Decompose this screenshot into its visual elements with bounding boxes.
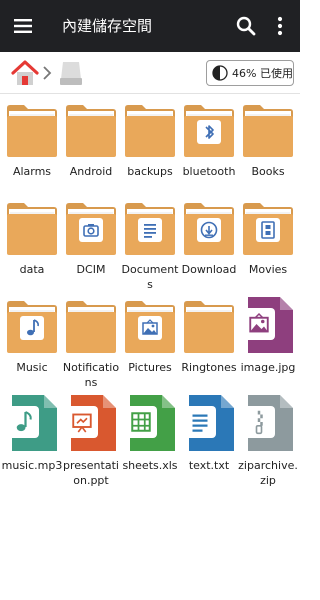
folder-item-dcim[interactable]: DCIM [62, 198, 120, 292]
folder-icon [124, 100, 176, 158]
item-label: DCIM [76, 263, 106, 276]
item-label: Documents [121, 263, 179, 291]
folder-icon [65, 100, 117, 158]
folder-item-bluetooth[interactable]: bluetooth [180, 100, 238, 194]
item-label: text.txt [188, 459, 230, 472]
folder-icon [6, 296, 58, 354]
image-file-icon [242, 296, 294, 354]
item-label: Movies [248, 263, 288, 276]
item-label: Music [16, 361, 48, 374]
file-item-ziparchive-zip[interactable]: ziparchive.zip [238, 394, 298, 488]
search-icon[interactable] [234, 14, 258, 38]
folder-icon [183, 100, 235, 158]
folder-icon [6, 100, 58, 158]
audio-file-icon [6, 394, 58, 452]
item-label: ziparchive.zip [238, 459, 298, 487]
folder-item-alarms[interactable]: Alarms [3, 100, 61, 194]
chevron-right-icon [42, 65, 52, 81]
item-label: Books [251, 165, 285, 178]
folder-icon [6, 198, 58, 256]
item-label: Pictures [128, 361, 172, 374]
item-label: sheets.xls [122, 459, 178, 472]
folder-item-data[interactable]: data [3, 198, 61, 292]
hamburger-menu-icon[interactable] [10, 14, 36, 38]
internal-storage-icon[interactable] [57, 59, 85, 87]
item-label: Download [181, 263, 237, 276]
item-label: Ringtones [181, 361, 237, 374]
xls-file-icon [124, 394, 176, 452]
item-label: image.jpg [240, 361, 296, 374]
folder-icon [65, 198, 117, 256]
folder-item-download[interactable]: Download [180, 198, 238, 292]
file-item-text-txt[interactable]: text.txt [180, 394, 238, 488]
folder-item-books[interactable]: Books [239, 100, 297, 194]
storage-used-text: 46% 已使用 [232, 67, 293, 80]
txt-file-icon [183, 394, 235, 452]
folder-icon [65, 296, 117, 354]
folder-item-documents[interactable]: Documents [121, 198, 179, 292]
folder-icon [183, 296, 235, 354]
item-label: Alarms [12, 165, 52, 178]
item-label: Notifications [62, 361, 120, 389]
folder-icon [183, 198, 235, 256]
item-label: Android [69, 165, 113, 178]
page-title: 內建儲存空間 [62, 17, 153, 35]
item-label: presentation.ppt [63, 459, 119, 487]
folder-icon [242, 100, 294, 158]
storage-usage-badge[interactable]: 46% 已使用 [206, 60, 294, 86]
file-item-sheets-xls[interactable]: sheets.xls [121, 394, 179, 488]
file-item-image-jpg[interactable]: image.jpg [239, 296, 297, 390]
folder-item-pictures[interactable]: Pictures [121, 296, 179, 390]
folder-item-notifications[interactable]: Notifications [62, 296, 120, 390]
folder-icon [242, 198, 294, 256]
item-label: bluetooth [182, 165, 236, 178]
item-label: backups [127, 165, 173, 178]
more-vert-icon[interactable] [268, 14, 292, 38]
item-label: data [19, 263, 45, 276]
folder-item-backups[interactable]: backups [121, 100, 179, 194]
storage-pie-icon [212, 65, 228, 81]
folder-icon [124, 198, 176, 256]
file-item-presentation-ppt[interactable]: presentation.ppt [62, 394, 120, 488]
folder-item-movies[interactable]: Movies [239, 198, 297, 292]
item-label: music.mp3 [1, 459, 63, 472]
folder-icon [124, 296, 176, 354]
home-icon[interactable] [10, 59, 40, 87]
zip-file-icon [242, 394, 294, 452]
folder-item-music[interactable]: Music [3, 296, 61, 390]
folder-item-android[interactable]: Android [62, 100, 120, 194]
app-bar: 內建儲存空間 [0, 0, 300, 52]
ppt-file-icon [65, 394, 117, 452]
breadcrumb: 46% 已使用 [0, 52, 300, 94]
file-item-music-mp3[interactable]: music.mp3 [1, 394, 63, 488]
folder-item-ringtones[interactable]: Ringtones [180, 296, 238, 390]
